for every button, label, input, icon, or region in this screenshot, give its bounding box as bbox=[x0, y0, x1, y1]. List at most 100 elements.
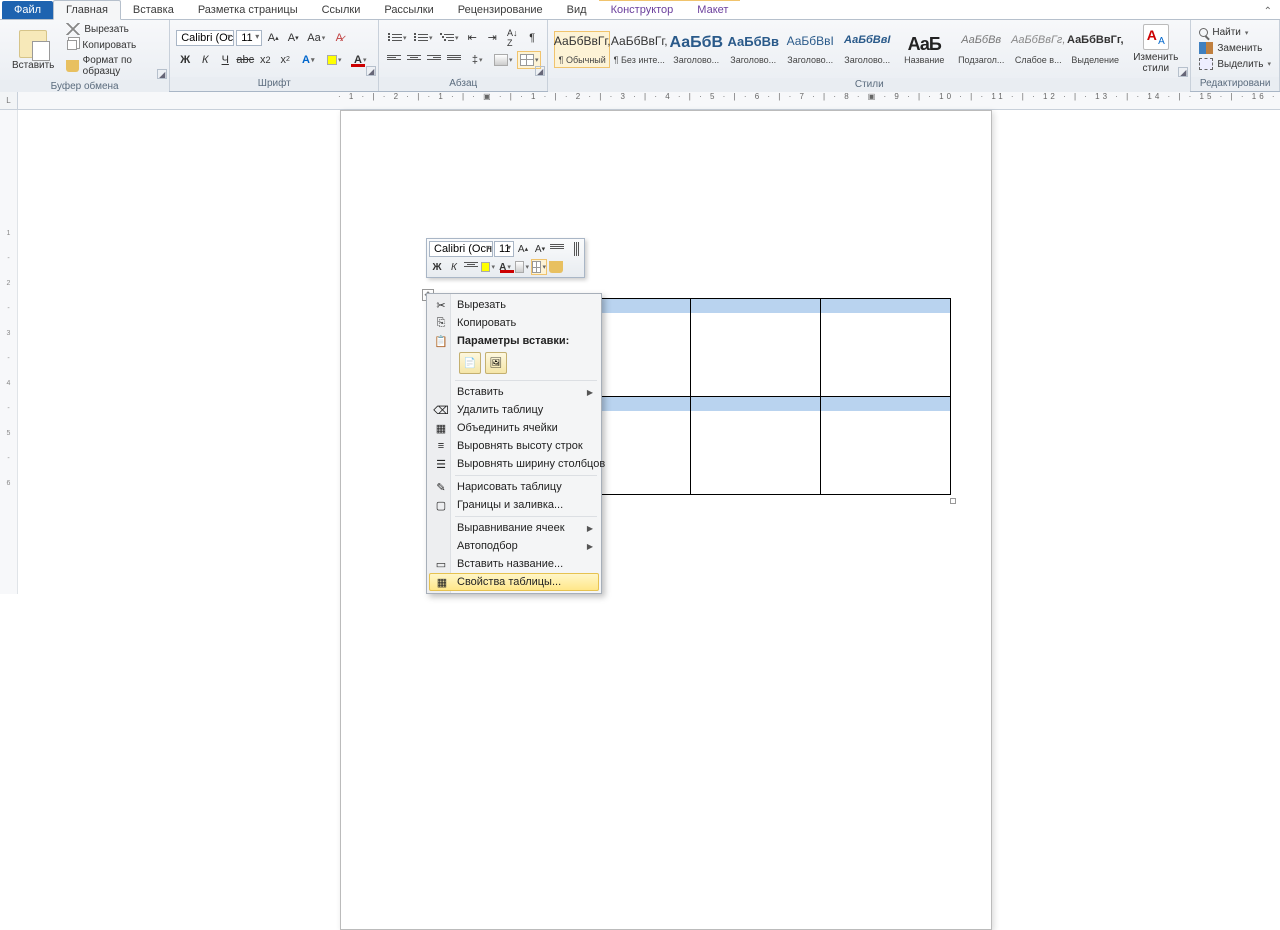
table-resize-handle[interactable] bbox=[950, 498, 956, 504]
align-center-button[interactable] bbox=[405, 51, 423, 69]
change-styles-button[interactable]: Изменить стили bbox=[1127, 22, 1184, 76]
tab-references[interactable]: Ссылки bbox=[310, 1, 373, 19]
mini-dist-rows[interactable] bbox=[549, 241, 565, 257]
mini-bold[interactable]: Ж bbox=[429, 259, 445, 275]
sort-button[interactable]: A↓Z bbox=[503, 29, 521, 47]
strike-button[interactable]: abc bbox=[236, 51, 254, 69]
grow-font-button[interactable]: A▴ bbox=[264, 29, 282, 47]
tab-view[interactable]: Вид bbox=[555, 1, 599, 19]
style-item[interactable]: АаБбВЗаголово... bbox=[668, 31, 724, 68]
paragraph-launcher[interactable]: ◢ bbox=[535, 66, 545, 76]
change-case-button[interactable]: Aa bbox=[304, 29, 328, 47]
font-name-combo[interactable]: Calibri (Осно bbox=[176, 30, 234, 46]
table-cell[interactable] bbox=[821, 299, 951, 397]
mini-borders[interactable] bbox=[531, 259, 547, 275]
ctx-copy[interactable]: ⎘Копировать bbox=[429, 314, 599, 332]
copy-button[interactable]: Копировать bbox=[64, 38, 163, 52]
style-item[interactable]: АаБбВвГг,¶ Обычный bbox=[554, 31, 610, 68]
tab-review[interactable]: Рецензирование bbox=[446, 1, 555, 19]
ctx-distribute-rows[interactable]: ≡Выровнять высоту строк bbox=[429, 437, 599, 455]
bold-button[interactable]: Ж bbox=[176, 51, 194, 69]
clear-formatting-button[interactable]: A̷ bbox=[330, 29, 348, 47]
ctx-table-properties[interactable]: ▦Свойства таблицы... bbox=[429, 573, 599, 591]
shrink-font-button[interactable]: A▾ bbox=[284, 29, 302, 47]
increase-indent-button[interactable]: ⇥ bbox=[483, 29, 501, 47]
document-canvas[interactable]: ✥ Calibri (Основ 11 A▴ A▾ bbox=[18, 110, 1280, 594]
ctx-draw-table[interactable]: ✎Нарисовать таблицу bbox=[429, 478, 599, 496]
replace-button[interactable]: Заменить bbox=[1197, 41, 1273, 55]
cut-button[interactable]: Вырезать bbox=[64, 22, 163, 36]
style-item[interactable]: АаБбВвГг,¶ Без инте... bbox=[611, 31, 667, 68]
tab-file[interactable]: Файл bbox=[2, 1, 53, 19]
tab-table-layout[interactable]: Макет bbox=[685, 1, 740, 19]
shading-button[interactable] bbox=[491, 51, 515, 69]
mini-grow-font[interactable]: A▴ bbox=[515, 241, 531, 257]
style-item[interactable]: АаБбВвПодзагол... bbox=[953, 31, 1009, 68]
styles-gallery[interactable]: АаБбВвГг,¶ ОбычныйАаБбВвГг,¶ Без инте...… bbox=[554, 31, 1123, 68]
bullets-button[interactable] bbox=[385, 29, 409, 47]
paste-button[interactable]: Вставить bbox=[6, 28, 60, 73]
ctx-cell-alignment[interactable]: Выравнивание ячеек▶ bbox=[429, 519, 599, 537]
find-button[interactable]: Найти ▾ bbox=[1197, 26, 1273, 39]
tab-mailings[interactable]: Рассылки bbox=[372, 1, 445, 19]
select-button[interactable]: Выделить ▾ bbox=[1197, 57, 1273, 71]
align-icon bbox=[464, 262, 478, 272]
mini-align[interactable] bbox=[463, 259, 479, 275]
tab-home[interactable]: Главная bbox=[53, 0, 121, 20]
superscript-button[interactable]: x2 bbox=[276, 51, 294, 69]
numbering-button[interactable] bbox=[411, 29, 435, 47]
style-item[interactable]: АаБбВвГг,Выделение bbox=[1067, 31, 1123, 68]
tab-insert[interactable]: Вставка bbox=[121, 1, 186, 19]
tab-page-layout[interactable]: Разметка страницы bbox=[186, 1, 310, 19]
justify-button[interactable] bbox=[445, 51, 463, 69]
mini-dist-cols[interactable] bbox=[566, 241, 582, 257]
horizontal-ruler[interactable]: · 1 · | · 2 · | · 1 · | · ▣ · | · 1 · | … bbox=[18, 92, 1280, 109]
mini-italic[interactable]: К bbox=[446, 259, 462, 275]
font-launcher[interactable]: ◢ bbox=[366, 66, 376, 76]
mini-font-color[interactable]: A bbox=[497, 259, 513, 275]
align-left-button[interactable] bbox=[385, 51, 403, 69]
collapse-ribbon-icon[interactable]: ⌃ bbox=[1256, 4, 1280, 19]
style-item[interactable]: АаБбВвІЗаголово... bbox=[782, 31, 838, 68]
table-cell[interactable] bbox=[691, 299, 821, 397]
table-cell[interactable] bbox=[691, 397, 821, 495]
multilevel-button[interactable] bbox=[437, 29, 461, 47]
text-effects-button[interactable]: A bbox=[296, 51, 320, 69]
highlight-button[interactable] bbox=[322, 51, 346, 69]
paste-keep-formatting[interactable]: 📄 bbox=[459, 352, 481, 374]
mini-shrink-font[interactable]: A▾ bbox=[532, 241, 548, 257]
ctx-borders-shading[interactable]: ▢Границы и заливка... bbox=[429, 496, 599, 514]
table-cell[interactable] bbox=[821, 397, 951, 495]
clipboard-launcher[interactable]: ◢ bbox=[157, 69, 167, 79]
style-item[interactable]: АаБбВвЗаголово... bbox=[725, 31, 781, 68]
ctx-autofit[interactable]: Автоподбор▶ bbox=[429, 537, 599, 555]
ctx-merge-cells[interactable]: ▦Объединить ячейки bbox=[429, 419, 599, 437]
mini-shading[interactable] bbox=[514, 259, 530, 275]
align-right-button[interactable] bbox=[425, 51, 443, 69]
style-item[interactable]: АаБНазвание bbox=[896, 31, 952, 68]
ctx-insert-caption[interactable]: ▭Вставить название... bbox=[429, 555, 599, 573]
mini-font-name[interactable]: Calibri (Основ bbox=[429, 241, 493, 257]
mini-font-size[interactable]: 11 bbox=[494, 241, 514, 257]
font-size-combo[interactable]: 11 bbox=[236, 30, 262, 46]
italic-button[interactable]: К bbox=[196, 51, 214, 69]
tab-table-design[interactable]: Конструктор bbox=[599, 1, 686, 19]
ctx-delete-table[interactable]: ⌫Удалить таблицу bbox=[429, 401, 599, 419]
decrease-indent-button[interactable]: ⇤ bbox=[463, 29, 481, 47]
ctx-distribute-cols[interactable]: ☰Выровнять ширину столбцов bbox=[429, 455, 599, 473]
line-spacing-button[interactable]: ‡ bbox=[465, 51, 489, 69]
style-item[interactable]: АаБбВвІЗаголово... bbox=[839, 31, 895, 68]
ctx-cut[interactable]: ✂Вырезать bbox=[429, 296, 599, 314]
mini-format-painter[interactable] bbox=[548, 259, 564, 275]
paste-picture[interactable]: 🖼 bbox=[485, 352, 507, 374]
mini-highlight[interactable] bbox=[480, 259, 496, 275]
subscript-button[interactable]: x2 bbox=[256, 51, 274, 69]
vertical-ruler[interactable]: 1-2-3-4-5-6 bbox=[0, 110, 18, 594]
format-painter-button[interactable]: Формат по образцу bbox=[64, 54, 163, 78]
ctx-insert[interactable]: Вставить▶ bbox=[429, 383, 599, 401]
show-marks-button[interactable]: ¶ bbox=[523, 29, 541, 47]
tab-selector[interactable]: L bbox=[0, 92, 18, 109]
underline-button[interactable]: Ч bbox=[216, 51, 234, 69]
style-item[interactable]: АаБбВвГг,Слабое в... bbox=[1010, 31, 1066, 68]
styles-launcher[interactable]: ◢ bbox=[1178, 67, 1188, 77]
